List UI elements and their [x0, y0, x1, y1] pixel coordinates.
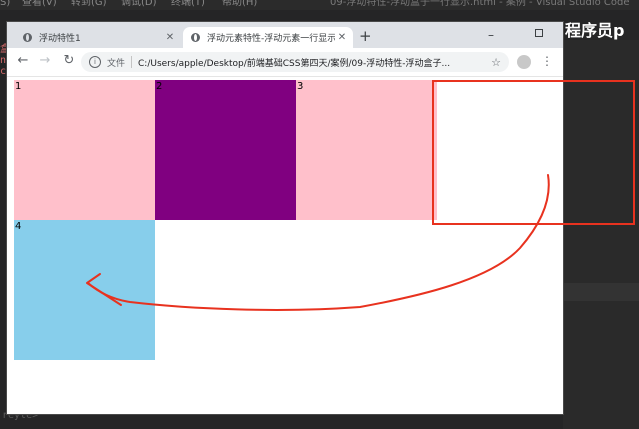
maximize-button[interactable]	[535, 29, 543, 37]
page-viewport: 1 2 3 4	[7, 77, 563, 414]
vscode-menu-item[interactable]: S)	[0, 0, 10, 8]
close-tab-icon[interactable]: ✕	[335, 32, 349, 43]
address-bar[interactable]: i 文件 C:/Users/apple/Desktop/前端基础CSS第四天/案…	[81, 52, 509, 72]
float-box-1: 1	[14, 80, 155, 220]
url-text[interactable]: C:/Users/apple/Desktop/前端基础CSS第四天/案例/09-…	[138, 56, 491, 69]
browser-window: 浮动特性1 ✕ 浮动元素特性-浮动元素一行显示 ✕ + – ← → ↻ i 文件…	[7, 22, 563, 414]
vscode-menu-terminal[interactable]: 终端(T)	[171, 0, 205, 8]
globe-icon	[191, 33, 200, 42]
box-label: 2	[156, 81, 163, 92]
bookmark-star-icon[interactable]: ☆	[491, 56, 501, 69]
vscode-menu-goto[interactable]: 转到(G)	[71, 0, 107, 8]
back-button[interactable]: ←	[15, 53, 31, 68]
vscode-window-title: 09-浮动特性-浮动盒子一行显示.html - 案例 - Visual Stud…	[330, 0, 630, 8]
vscode-menubar: S) 查看(V) 转到(G) 调试(D) 终端(T) 帮助(H) 09-浮动特性…	[0, 0, 639, 10]
profile-avatar[interactable]	[517, 55, 531, 69]
scheme-label: 文件	[107, 58, 126, 69]
close-tab-icon[interactable]: ✕	[163, 32, 177, 43]
vscode-editor-area	[563, 40, 639, 429]
tab-strip: 浮动特性1 ✕ 浮动元素特性-浮动元素一行显示 ✕ + –	[7, 22, 563, 48]
new-tab-button[interactable]: +	[359, 28, 372, 44]
menu-icon[interactable]: ⋮	[541, 54, 553, 68]
forward-button[interactable]: →	[37, 53, 53, 68]
vscode-highlight-line	[563, 283, 639, 301]
tab-float-feature-1[interactable]: 浮动特性1 ✕	[15, 27, 181, 48]
float-box-3: 3	[296, 80, 437, 220]
reload-button[interactable]: ↻	[61, 53, 77, 68]
tab-title: 浮动元素特性-浮动元素一行显示	[207, 34, 335, 44]
tab-float-inline[interactable]: 浮动元素特性-浮动元素一行显示 ✕	[183, 27, 353, 48]
box-label: 1	[15, 81, 22, 92]
box-label: 4	[15, 221, 22, 232]
float-box-2: 2	[155, 80, 296, 220]
vscode-menu-help[interactable]: 帮助(H)	[222, 0, 257, 8]
vscode-menu-debug[interactable]: 调试(D)	[121, 0, 157, 8]
minimize-button[interactable]: –	[485, 28, 497, 42]
browser-toolbar: ← → ↻ i 文件 C:/Users/apple/Desktop/前端基础CS…	[7, 48, 563, 77]
box-label: 3	[297, 81, 304, 92]
float-box-4: 4	[14, 220, 155, 360]
vscode-menu-view[interactable]: 查看(V)	[22, 0, 57, 8]
tab-title: 浮动特性1	[39, 34, 81, 44]
divider	[131, 56, 133, 68]
globe-icon	[23, 33, 32, 42]
info-icon[interactable]: i	[89, 56, 101, 68]
